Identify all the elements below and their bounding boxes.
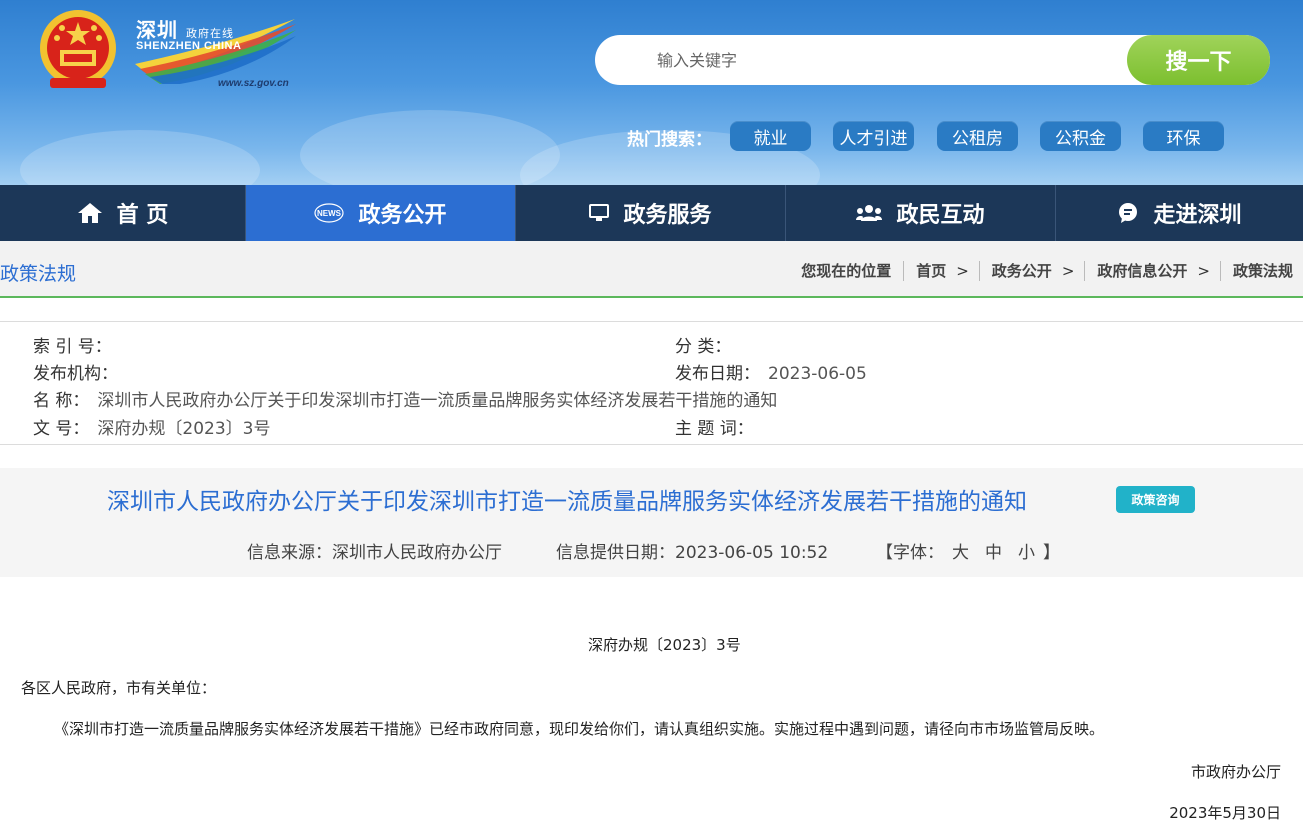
nav-item-interaction[interactable]: 政民互动 bbox=[786, 185, 1056, 241]
font-size-large[interactable]: 大 bbox=[952, 543, 969, 563]
nav-item-about-shenzhen[interactable]: 走进深圳 bbox=[1056, 185, 1303, 241]
logo-url: www.sz.gov.cn bbox=[218, 78, 289, 89]
hot-tag-environment[interactable]: 环保 bbox=[1143, 121, 1224, 151]
logo-title: 深圳 政府在线 bbox=[136, 14, 234, 43]
meta-doc-no-row: 文 号： 深府办规〔2023〕3号 bbox=[33, 414, 271, 439]
font-size-switcher: 【字体： 大中小】 bbox=[876, 538, 1060, 563]
logo-title-sub: 政府在线 bbox=[185, 27, 234, 40]
document-greeting: 各区人民政府，市有关单位： bbox=[21, 679, 217, 697]
cloud-decoration bbox=[20, 130, 260, 185]
people-icon bbox=[856, 204, 883, 222]
meta-subject-row: 主 题 词： bbox=[675, 414, 762, 439]
chat-bubble-icon bbox=[1117, 202, 1139, 224]
search-button[interactable]: 搜一下 bbox=[1127, 35, 1270, 85]
logo-title-cn: 深圳 bbox=[136, 18, 178, 42]
news-icon: NEWS bbox=[314, 203, 345, 223]
news-badge-text: NEWS bbox=[317, 209, 342, 218]
document-meta-table: 索 引 号： 分 类： 发布机构： 发布日期： 2023-06-05 名 称： 深圳… bbox=[0, 321, 1303, 445]
meta-date-label: 发布日期： bbox=[675, 364, 760, 384]
document-signer: 市政府办公厅 bbox=[1190, 763, 1281, 781]
nav-item-home[interactable]: 首 页 bbox=[0, 185, 246, 241]
main-nav: 首 页 NEWS 政务公开 政务服务 政民互动 走进深圳 bbox=[0, 185, 1303, 241]
breadcrumb: 您现在的位置 首页 > 政务公开 > 政府信息公开 > 政策法规 bbox=[801, 260, 1293, 281]
nav-label: 政务公开 bbox=[358, 203, 447, 228]
breadcrumb-divider bbox=[903, 260, 905, 281]
breadcrumb-divider bbox=[1219, 260, 1221, 281]
nav-item-government-services[interactable]: 政务服务 bbox=[516, 185, 786, 241]
breadcrumb-info-disclosure[interactable]: 政府信息公开 bbox=[1097, 260, 1187, 281]
breadcrumb-separator: > bbox=[1061, 261, 1075, 280]
hot-tag-housing[interactable]: 公租房 bbox=[937, 121, 1018, 151]
meta-name-value: 深圳市人民政府办公厅关于印发深圳市打造一流质量品牌服务实体经济发展若干措施的通知 bbox=[97, 391, 778, 411]
meta-doc-no-label: 文 号： bbox=[33, 419, 90, 439]
font-size-open: 【字体： bbox=[876, 543, 944, 563]
nav-label: 政民互动 bbox=[896, 203, 985, 228]
breadcrumb-separator: > bbox=[1197, 261, 1210, 280]
national-emblem-icon[interactable] bbox=[36, 6, 120, 94]
breadcrumb-location-label: 您现在的位置 bbox=[801, 262, 892, 280]
article-provide-date: 信息提供日期：2023-06-05 10:52 bbox=[556, 543, 829, 563]
nav-label: 走进深圳 bbox=[1153, 203, 1242, 228]
nav-label: 首 页 bbox=[116, 203, 169, 228]
meta-date-value: 2023-06-05 bbox=[768, 364, 867, 384]
font-size-medium[interactable]: 中 bbox=[985, 543, 1002, 563]
meta-name-row: 名 称： 深圳市人民政府办公厅关于印发深圳市打造一流质量品牌服务实体经济发展若干措… bbox=[33, 386, 777, 411]
breadcrumb-home[interactable]: 首页 bbox=[916, 260, 946, 281]
article-source: 信息来源：深圳市人民政府办公厅 bbox=[247, 543, 502, 563]
policy-consult-badge[interactable]: 政策咨询 bbox=[1116, 486, 1195, 513]
document-sign-date: 2023年5月30日 bbox=[1169, 804, 1281, 822]
meta-category-row: 分 类： bbox=[675, 332, 739, 357]
monitor-icon bbox=[589, 204, 610, 222]
logo-title-en: SHENZHEN CHINA bbox=[136, 40, 242, 52]
hot-tag-jobs[interactable]: 就业 bbox=[730, 121, 811, 151]
hot-tag-fund[interactable]: 公积金 bbox=[1040, 121, 1121, 151]
breadcrumb-divider bbox=[978, 260, 980, 281]
breadcrumb-government-affairs[interactable]: 政务公开 bbox=[992, 260, 1052, 281]
meta-date-row: 发布日期： 2023-06-05 bbox=[675, 359, 867, 384]
meta-category-label: 分 类： bbox=[675, 337, 732, 357]
article-header: 深圳市人民政府办公厅关于印发深圳市打造一流质量品牌服务实体经济发展若干措施的通知… bbox=[0, 468, 1303, 577]
hot-tag-talent[interactable]: 人才引进 bbox=[833, 121, 914, 151]
meta-publisher-label: 发布机构： bbox=[33, 364, 118, 384]
meta-name-label: 名 称： bbox=[33, 391, 90, 411]
meta-subject-label: 主 题 词： bbox=[675, 419, 754, 439]
hot-search-label: 热门搜索： bbox=[627, 130, 712, 150]
nav-label: 政务服务 bbox=[623, 203, 712, 228]
section-title: 政策法规 bbox=[0, 263, 77, 285]
site-header: 深圳 政府在线 SHENZHEN CHINA www.sz.gov.cn 搜一下… bbox=[0, 0, 1303, 185]
document-number: 深府办规〔2023〕3号 bbox=[588, 636, 741, 654]
breadcrumb-policies[interactable]: 政策法规 bbox=[1233, 260, 1293, 281]
meta-publisher-row: 发布机构： bbox=[33, 359, 126, 384]
search-input[interactable] bbox=[657, 35, 1177, 85]
home-icon bbox=[77, 202, 103, 224]
meta-doc-no-value: 深府办规〔2023〕3号 bbox=[97, 419, 271, 439]
breadcrumb-divider bbox=[1084, 260, 1086, 281]
nav-item-government-affairs[interactable]: NEWS 政务公开 bbox=[246, 185, 516, 241]
font-size-close: 】 bbox=[1043, 543, 1060, 563]
font-size-small[interactable]: 小 bbox=[1018, 543, 1035, 563]
meta-index-label: 索 引 号： bbox=[33, 337, 112, 357]
document-paragraph: 《深圳市打造一流质量品牌服务实体经济发展若干措施》已经市政府同意，现印发给你们，… bbox=[54, 720, 1105, 738]
breadcrumb-bar: 政策法规 您现在的位置 首页 > 政务公开 > 政府信息公开 > 政策法规 bbox=[0, 241, 1303, 298]
article-title: 深圳市人民政府办公厅关于印发深圳市打造一流质量品牌服务实体经济发展若干措施的通知 bbox=[107, 489, 1027, 515]
breadcrumb-separator: > bbox=[956, 261, 969, 280]
meta-index-row: 索 引 号： bbox=[33, 332, 120, 357]
